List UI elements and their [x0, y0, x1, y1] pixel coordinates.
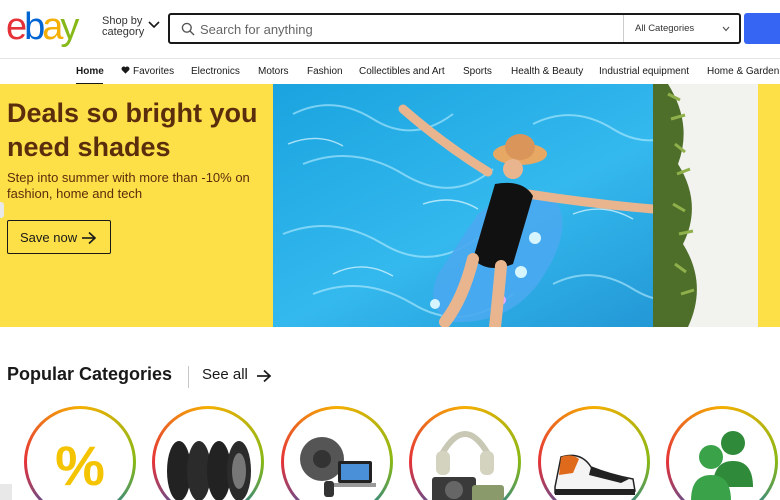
nav-item-industrial[interactable]: Industrial equipment: [599, 66, 689, 77]
category-electronics[interactable]: [409, 406, 521, 500]
category-home-tech[interactable]: [281, 406, 393, 500]
users-group-icon: [691, 431, 753, 500]
see-all-divider: [188, 366, 189, 388]
arrow-right-icon: [82, 231, 97, 245]
category-deals[interactable]: %: [24, 406, 136, 500]
nav-item-health-beauty[interactable]: Health & Beauty: [511, 66, 583, 77]
pool-woman-image: [273, 84, 758, 327]
percent-deals-icon: %: [55, 434, 105, 497]
nav-item-electronics[interactable]: Electronics: [191, 66, 240, 77]
shop-by-category-button[interactable]: Shop by category: [102, 16, 144, 38]
see-all-link[interactable]: See all: [202, 366, 248, 383]
logo-letter-y: y: [60, 6, 79, 48]
search-button[interactable]: [744, 13, 780, 44]
carousel-handle[interactable]: [0, 202, 4, 218]
ebay-home-page: ebay Shop by category All Categories Hom…: [0, 0, 780, 500]
logo-letter-b: b: [24, 6, 45, 48]
logo-letter-a: a: [42, 6, 63, 48]
chevron-down-icon[interactable]: [148, 20, 160, 30]
hero-title: Deals so bright you need shades: [7, 98, 258, 162]
nav-item-label: Favorites: [133, 66, 175, 77]
popular-categories-title: Popular Categories: [7, 364, 173, 384]
category-inner: %: [27, 409, 133, 500]
nav-item-sports[interactable]: Sports: [463, 66, 492, 77]
category-inner: [541, 409, 647, 500]
search-icon: [181, 22, 195, 36]
category-select[interactable]: All Categories: [635, 23, 694, 34]
category-tires[interactable]: [152, 406, 264, 500]
category-users[interactable]: [666, 406, 778, 500]
sneaker-icon: [554, 454, 636, 495]
category-inner: [412, 409, 518, 500]
robot-vacuum-laptop-icon: [300, 437, 376, 497]
category-inner: [155, 409, 261, 500]
arrow-right-icon[interactable]: [256, 369, 272, 383]
heart-icon: [121, 66, 130, 74]
search-bar: All Categories: [168, 13, 741, 44]
corner-scroll-button[interactable]: [0, 484, 12, 500]
category-chevron-down-icon[interactable]: [722, 26, 730, 32]
nav-item-collectibles[interactable]: Collectibles and Art: [359, 66, 445, 77]
shop-by-line2: category: [102, 26, 145, 38]
search-input[interactable]: [200, 18, 620, 40]
category-nav: Home Favorites Electronics Motors Fashio…: [0, 58, 780, 85]
save-now-label: Save now: [20, 230, 78, 245]
category-inner: [284, 409, 390, 500]
category-divider: [623, 15, 624, 42]
ebay-logo[interactable]: ebay: [6, 6, 79, 49]
nav-item-fashion[interactable]: Fashion: [307, 66, 343, 77]
svg-text:%: %: [55, 434, 105, 497]
nav-item-home-garden[interactable]: Home & Garden: [707, 66, 779, 77]
logo-letter-e: e: [6, 6, 27, 48]
tires-icon: [167, 441, 251, 500]
headphones-camera-icon: [432, 431, 504, 500]
save-now-button[interactable]: Save now: [7, 220, 111, 254]
header: ebay Shop by category All Categories: [0, 0, 780, 58]
hero-banner[interactable]: Deals so bright you need shades Step int…: [0, 84, 780, 327]
category-inner: [669, 409, 775, 500]
nav-item-favorites[interactable]: Favorites: [121, 66, 174, 77]
nav-item-motors[interactable]: Motors: [258, 66, 289, 77]
category-sneakers[interactable]: [538, 406, 650, 500]
hero-right-strip: [758, 84, 780, 327]
hero-subtitle: Step into summer with more than -10% on …: [7, 170, 250, 201]
nav-item-home[interactable]: Home: [76, 66, 104, 77]
